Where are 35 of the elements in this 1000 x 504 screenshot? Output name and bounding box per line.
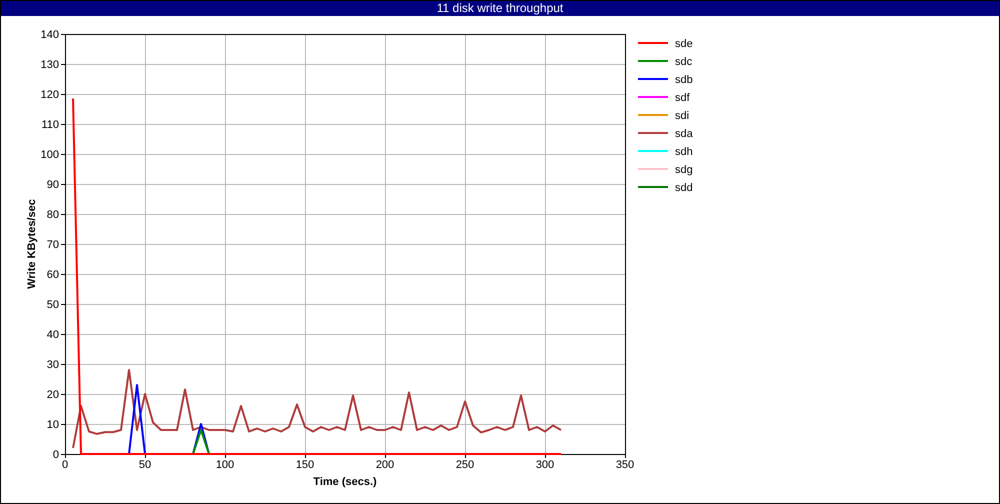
tick-label: 0 [62,459,68,471]
tick-label: 40 [46,329,59,341]
legend-label: sdg [675,164,693,176]
tick-label: 130 [40,59,59,71]
tick-label: 50 [46,299,59,311]
tick-label: 120 [40,89,59,101]
tick-label: 110 [41,119,59,131]
tick-label: 140 [40,29,59,41]
tick-label: 60 [46,269,59,281]
tick-label: 30 [46,359,59,371]
tick-label: 90 [46,179,59,191]
legend-label: sdi [675,110,690,122]
legend-label: sda [675,128,693,140]
tick-label: 200 [376,459,394,471]
tick-label: 350 [616,459,634,471]
legend-label: sdc [675,56,692,68]
legend-label: sdf [675,92,690,104]
tick-label: 50 [138,459,152,471]
legend-label: sdb [675,74,693,86]
tick-label: 0 [52,449,59,461]
axis-title: Write KBytes/sec [26,199,38,289]
tick-label: 80 [46,209,59,221]
window-title: 11 disk write throughput [1,1,999,16]
tick-label: 100 [40,149,59,161]
axis-title: Time (secs.) [313,476,377,488]
tick-label: 150 [296,459,314,471]
tick-label: 10 [46,419,59,431]
legend-label: sdh [675,146,693,158]
legend-label: sdd [675,182,693,194]
tick-label: 20 [46,389,59,401]
legend-label: sde [675,38,693,50]
tick-label: 250 [456,459,474,471]
tick-label: 100 [216,459,234,471]
tick-label: 300 [536,459,554,471]
tick-label: 70 [46,239,59,251]
